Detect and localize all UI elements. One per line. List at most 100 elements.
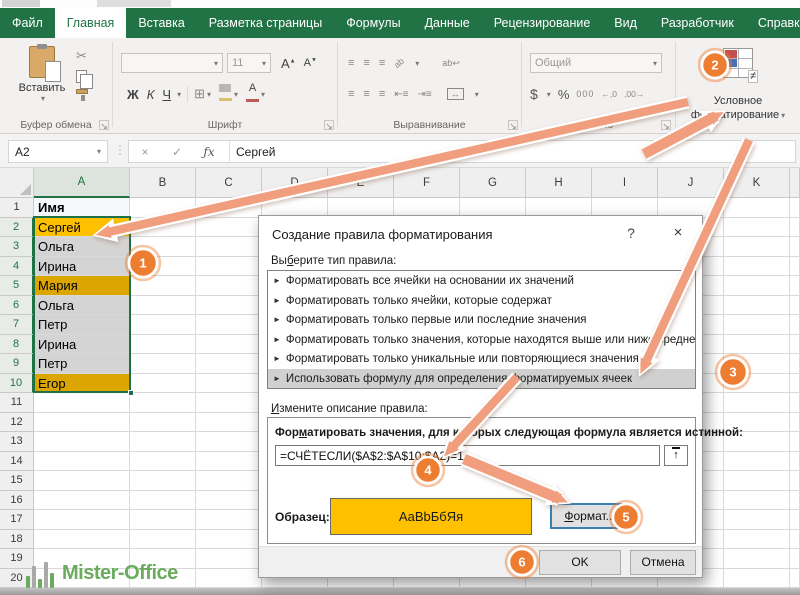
ribbon-tab-1[interactable]: Главная [55, 8, 127, 38]
cell-A4[interactable]: Ирина [34, 257, 130, 277]
col-header-H[interactable]: H [526, 168, 592, 198]
cell-A3[interactable]: Ольга [34, 237, 130, 257]
cell-C13[interactable] [196, 432, 262, 452]
col-header-K[interactable]: K [724, 168, 790, 198]
cell-C17[interactable] [196, 510, 262, 530]
cell-A2[interactable]: Сергей [34, 218, 130, 238]
underline-button[interactable]: Ч [158, 87, 175, 102]
cell-C8[interactable] [196, 335, 262, 355]
row-header-8[interactable]: 8 [0, 335, 34, 355]
cell-A6[interactable]: Ольга [34, 296, 130, 316]
increase-indent-icon[interactable]: ⇥≡ [417, 89, 431, 100]
cell-B7[interactable] [130, 315, 196, 335]
copy-button[interactable]: ▾ [76, 70, 93, 83]
rule-type-option-1[interactable]: ►Форматировать все ячейки на основании и… [268, 271, 695, 291]
increase-decimal-icon[interactable]: ←,0 [601, 89, 617, 99]
col-header-F[interactable]: F [394, 168, 460, 198]
fill-color-icon[interactable] [219, 84, 232, 104]
font-name-combo[interactable]: ▾ [121, 53, 223, 73]
fill-handle[interactable] [128, 390, 134, 396]
formula-bar-value[interactable]: Сергей [236, 145, 276, 159]
cell-K16[interactable] [724, 491, 790, 511]
cell-C20[interactable] [196, 569, 262, 589]
rule-type-option-5[interactable]: ►Форматировать только уникальные или пов… [268, 349, 695, 369]
cell-A7[interactable]: Петр [34, 315, 130, 335]
bold-button[interactable]: Ж [123, 87, 143, 102]
row-header-17[interactable]: 17 [0, 510, 34, 530]
cell-K11[interactable] [724, 393, 790, 413]
ribbon-tab-3[interactable]: Разметка страницы [197, 8, 334, 38]
dialog-title-bar[interactable]: Создание правила форматирования ? × [259, 216, 702, 252]
cell-B13[interactable] [130, 432, 196, 452]
ok-button[interactable]: OK [539, 550, 621, 575]
conditional-formatting-button[interactable]: ≠ Условное форматирование▾ [676, 38, 800, 134]
alignment-dialog-launcher-icon[interactable]: ↘ [508, 120, 518, 130]
col-header-I[interactable]: I [592, 168, 658, 198]
cancel-entry-icon[interactable]: × [129, 145, 161, 159]
borders-icon[interactable]: ⊞ [194, 86, 205, 102]
cell-B15[interactable] [130, 471, 196, 491]
ribbon-tab-2[interactable]: Вставка [126, 8, 196, 38]
comma-style-icon[interactable]: 000 [576, 89, 594, 99]
cell-A5[interactable]: Мария [34, 276, 130, 296]
align-right-icon[interactable]: ≡ [379, 88, 385, 100]
cell-B17[interactable] [130, 510, 196, 530]
cell-B16[interactable] [130, 491, 196, 511]
row-header-1[interactable]: 1 [0, 198, 34, 218]
name-box[interactable]: A2▾ [8, 140, 108, 163]
cell-K14[interactable] [724, 452, 790, 472]
cell-A17[interactable] [34, 510, 130, 530]
font-size-combo[interactable]: 11▾ [227, 53, 271, 73]
ribbon-tab-6[interactable]: Рецензирование [482, 8, 603, 38]
row-header-9[interactable]: 9 [0, 354, 34, 374]
increase-font-icon[interactable]: А▲ [277, 56, 300, 71]
cell-C6[interactable] [196, 296, 262, 316]
decrease-decimal-icon[interactable]: ,00→ [624, 89, 644, 99]
formula-bar-splitter[interactable]: ⋮ [114, 143, 126, 157]
ribbon-tab-9[interactable]: Справка [746, 8, 800, 38]
align-bottom-icon[interactable]: ≡ [379, 57, 385, 69]
cell-A14[interactable] [34, 452, 130, 472]
col-header-A[interactable]: A [34, 168, 130, 198]
cell-K15[interactable] [724, 471, 790, 491]
cell-C15[interactable] [196, 471, 262, 491]
row-header-4[interactable]: 4 [0, 257, 34, 277]
col-header-G[interactable]: G [460, 168, 526, 198]
row-header-10[interactable]: 10 [0, 374, 34, 394]
row-header-14[interactable]: 14 [0, 452, 34, 472]
cell-B10[interactable] [130, 374, 196, 394]
paste-button[interactable]: Вставить ▾ [14, 44, 70, 124]
align-center-icon[interactable]: ≡ [363, 88, 369, 100]
cell-A10[interactable]: Егор [34, 374, 130, 394]
cell-A9[interactable]: Петр [34, 354, 130, 374]
cell-C12[interactable] [196, 413, 262, 433]
col-header-J[interactable]: J [658, 168, 724, 198]
merge-center-icon[interactable]: ↔ [447, 88, 464, 100]
clipboard-dialog-launcher-icon[interactable]: ↘ [99, 120, 109, 130]
rule-type-option-6[interactable]: ►Использовать формулу для определения фо… [268, 369, 695, 389]
cell-B2[interactable] [130, 218, 196, 238]
col-header-B[interactable]: B [130, 168, 196, 198]
row-header-11[interactable]: 11 [0, 393, 34, 413]
select-all-button[interactable] [0, 168, 34, 198]
cancel-button[interactable]: Отмена [630, 550, 696, 575]
decrease-font-icon[interactable]: А▼ [300, 57, 321, 69]
cell-C1[interactable] [196, 198, 262, 218]
ribbon-tab-5[interactable]: Данные [413, 8, 482, 38]
ribbon-tab-0[interactable]: Файл [0, 8, 55, 38]
col-header-E[interactable]: E [328, 168, 394, 198]
row-header-2[interactable]: 2 [0, 218, 34, 238]
cell-K2[interactable] [724, 218, 790, 238]
ribbon-tab-8[interactable]: Разработчик [649, 8, 746, 38]
cell-C5[interactable] [196, 276, 262, 296]
font-color-icon[interactable]: А [246, 83, 259, 105]
cell-C11[interactable] [196, 393, 262, 413]
align-top-icon[interactable]: ≡ [348, 57, 354, 69]
cell-B5[interactable] [130, 276, 196, 296]
cell-K7[interactable] [724, 315, 790, 335]
cell-B1[interactable] [130, 198, 196, 218]
row-header-12[interactable]: 12 [0, 413, 34, 433]
ribbon-tab-7[interactable]: Вид [602, 8, 649, 38]
rule-type-option-3[interactable]: ►Форматировать только первые или последн… [268, 310, 695, 330]
cell-K10[interactable] [724, 374, 790, 394]
